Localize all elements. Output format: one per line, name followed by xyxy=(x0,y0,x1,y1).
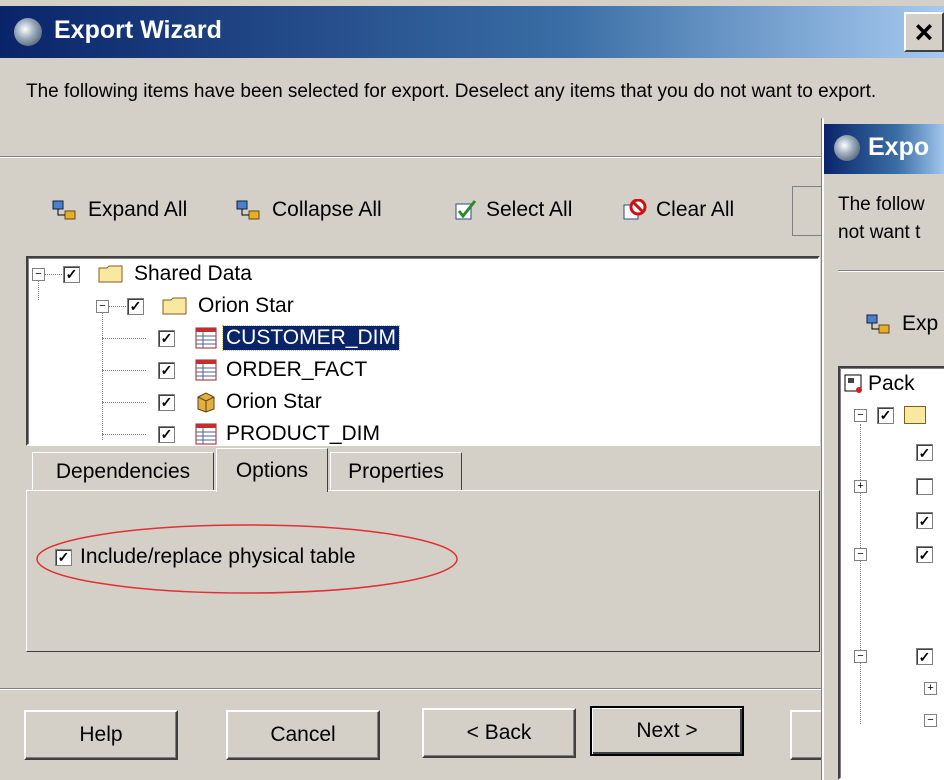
tree-checkbox[interactable] xyxy=(916,478,933,495)
tree-node-label: ORDER_FACT xyxy=(226,358,368,381)
tree-checkbox[interactable]: ✓ xyxy=(158,361,175,379)
collapse-icon[interactable]: − xyxy=(924,714,937,727)
expand-icon[interactable]: + xyxy=(924,682,937,695)
second-instructions-line2: not want t xyxy=(838,222,921,243)
second-title-bar: Expo xyxy=(824,124,944,174)
export-items-tree[interactable]: − ✓ Shared Data − ✓ Orion Star ✓ CUSTOME… xyxy=(26,256,820,446)
collapse-icon[interactable]: − xyxy=(854,548,867,561)
export-wizard-window: Export Wizard × The following items have… xyxy=(0,0,944,780)
checkmark-icon xyxy=(455,200,477,220)
second-expand-all-button[interactable]: Exp xyxy=(866,312,938,336)
collapse-all-icon xyxy=(236,200,260,220)
tree-checkbox[interactable]: ✓ xyxy=(916,648,933,665)
second-header-separator xyxy=(838,270,944,272)
tree-node-orion-star-folder[interactable]: − ✓ Orion Star xyxy=(96,290,294,322)
tree-checkbox[interactable]: ✓ xyxy=(158,425,175,443)
expand-all-icon xyxy=(52,200,76,220)
annotation-ellipse xyxy=(36,524,458,594)
second-tree[interactable]: Pack − ✓ ✓ + ✓ − ✓ − ✓ + − xyxy=(838,366,944,780)
clear-all-icon xyxy=(623,199,647,220)
folder-icon xyxy=(98,265,123,283)
tab-strip: Dependencies Options Properties xyxy=(26,448,820,492)
collapse-all-button[interactable]: Collapse All xyxy=(236,198,382,222)
instructions-text: The following items have been selected f… xyxy=(26,81,877,102)
window-title: Export Wizard xyxy=(54,16,222,44)
header-separator xyxy=(0,156,944,158)
tree-checkbox[interactable]: ✓ xyxy=(127,297,144,315)
tree-node-label-selected: CUSTOMER_DIM xyxy=(222,325,400,351)
expand-all-icon xyxy=(866,314,890,334)
package-icon xyxy=(844,374,862,393)
tree-node-customer-dim[interactable]: ✓ CUSTOMER_DIM xyxy=(158,322,400,354)
tree-checkbox[interactable]: ✓ xyxy=(158,329,175,347)
clear-all-label: Clear All xyxy=(656,198,735,221)
table-icon xyxy=(195,327,217,349)
tree-checkbox[interactable]: ✓ xyxy=(877,406,894,424)
tree-node-order-fact[interactable]: ✓ ORDER_FACT xyxy=(158,354,367,386)
close-button[interactable]: × xyxy=(904,12,944,52)
app-icon xyxy=(834,135,860,161)
collapse-icon[interactable]: − xyxy=(854,408,867,422)
package-row[interactable]: Pack xyxy=(844,372,915,396)
cancel-button[interactable]: Cancel xyxy=(226,710,380,760)
second-export-wizard-window: Expo The follow not want t Exp Pack − ✓ … xyxy=(822,118,944,780)
tree-node-shared-data[interactable]: − ✓ Shared Data xyxy=(32,258,252,290)
expand-icon[interactable]: + xyxy=(854,480,867,493)
toolbar-extra-button[interactable] xyxy=(792,186,824,236)
close-icon: × xyxy=(914,14,934,50)
options-tab-panel: ✓ Include/replace physical table xyxy=(26,490,820,652)
tree-node-label: Orion Star xyxy=(198,294,294,317)
expand-all-button[interactable]: Expand All xyxy=(52,198,187,222)
tree-node-product-dim[interactable]: ✓ PRODUCT_DIM xyxy=(158,418,380,450)
tree-node-label: Orion Star xyxy=(226,390,322,413)
tree-checkbox[interactable]: ✓ xyxy=(63,265,80,283)
select-all-button[interactable]: Select All xyxy=(454,198,572,222)
table-icon xyxy=(195,359,217,381)
tab-dependencies[interactable]: Dependencies xyxy=(32,452,214,490)
tree-checkbox[interactable]: ✓ xyxy=(916,512,933,529)
folder-icon xyxy=(162,297,187,315)
help-button[interactable]: Help xyxy=(24,710,178,760)
folder-icon xyxy=(904,406,926,424)
app-icon xyxy=(14,18,42,46)
second-instructions-line1: The follow xyxy=(838,194,925,215)
tab-properties[interactable]: Properties xyxy=(330,452,462,490)
expand-all-label: Expand All xyxy=(88,198,188,221)
tree-node-label: PRODUCT_DIM xyxy=(226,422,381,445)
tree-checkbox[interactable]: ✓ xyxy=(916,546,933,563)
clear-all-button[interactable]: Clear All xyxy=(622,198,734,222)
table-icon xyxy=(195,423,217,445)
next-button[interactable]: Next > xyxy=(590,706,744,756)
tree-node-orion-star-library[interactable]: ✓ Orion Star xyxy=(158,386,322,418)
back-button[interactable]: < Back xyxy=(422,708,576,758)
collapse-icon[interactable]: − xyxy=(96,299,109,313)
footer-separator xyxy=(0,688,944,690)
tab-options[interactable]: Options xyxy=(216,448,328,492)
tree-checkbox[interactable]: ✓ xyxy=(158,393,175,411)
collapse-icon[interactable]: − xyxy=(854,650,867,663)
second-tree-row[interactable]: − ✓ xyxy=(854,406,926,424)
library-icon xyxy=(197,392,215,413)
select-all-label: Select All xyxy=(486,198,573,221)
second-window-title: Expo xyxy=(868,133,930,161)
tree-checkbox[interactable]: ✓ xyxy=(916,444,933,461)
tree-node-label: Shared Data xyxy=(134,262,252,285)
collapse-all-label: Collapse All xyxy=(272,198,382,221)
title-bar: Export Wizard xyxy=(0,6,944,58)
collapse-icon[interactable]: − xyxy=(32,267,45,281)
